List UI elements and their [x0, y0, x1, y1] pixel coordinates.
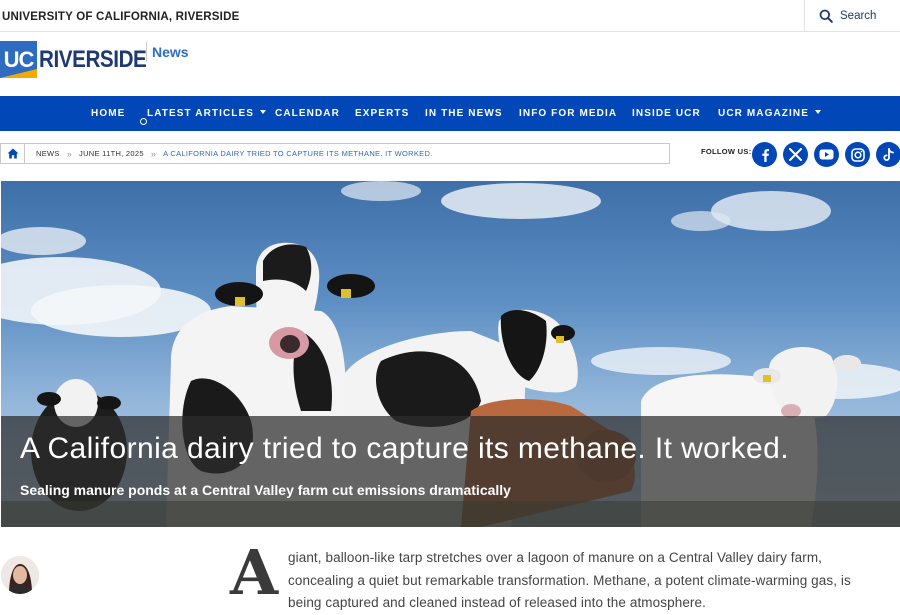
nav-in-the-news[interactable]: IN THE NEWS — [425, 96, 503, 131]
top-bar: UNIVERSITY OF CALIFORNIA, RIVERSIDE Sear… — [0, 0, 900, 32]
nav-experts[interactable]: EXPERTS — [355, 96, 409, 131]
author-photo — [1, 556, 39, 594]
breadcrumb: NEWS » JUNE 11TH, 2025 » A CALIFORNIA DA… — [0, 143, 670, 164]
uc-mark: UC — [0, 41, 37, 78]
x-link[interactable] — [783, 142, 808, 167]
chevron-down-icon — [814, 110, 821, 114]
nav-in-the-news-label: IN THE NEWS — [425, 108, 503, 119]
tiktok-link[interactable] — [876, 142, 900, 167]
breadcrumb-separator: » — [150, 148, 157, 159]
logo-row: UC RIVERSIDE News — [0, 32, 900, 96]
hero-image: A California dairy tried to capture its … — [1, 181, 900, 527]
breadcrumb-separator: » — [66, 148, 73, 159]
breadcrumb-home[interactable] — [1, 144, 25, 163]
nav-calendar[interactable]: CALENDAR — [275, 96, 340, 131]
breadcrumb-trail: NEWS » JUNE 11TH, 2025 » A CALIFORNIA DA… — [25, 149, 433, 159]
nav-latest-articles-label: LATEST ARTICLES — [147, 108, 255, 119]
nav-ucr-magazine[interactable]: UCR MAGAZINE — [718, 96, 821, 131]
instagram-link[interactable] — [845, 142, 870, 167]
ucr-logo[interactable]: UC RIVERSIDE — [0, 41, 164, 78]
drop-cap: A — [230, 536, 279, 609]
breadcrumb-item-current: A CALIFORNIA DAIRY TRIED TO CAPTURE ITS … — [163, 149, 433, 158]
article-lead-paragraph: giant, balloon-like tarp stretches over … — [288, 547, 888, 615]
search-icon — [819, 9, 833, 23]
nav-info-for-media-label: INFO FOR MEDIA — [519, 108, 618, 119]
paragraph-line: being captured and cleaned instead of re… — [288, 595, 706, 610]
breadcrumb-item-date[interactable]: JUNE 11TH, 2025 — [79, 149, 144, 158]
youtube-link[interactable] — [814, 142, 839, 167]
tiktok-icon — [883, 147, 894, 161]
youtube-icon — [819, 149, 834, 160]
paragraph-line: concealing a quiet but remarkable transf… — [288, 572, 851, 588]
riverside-wordmark: RIVERSIDE — [39, 45, 147, 73]
breadcrumb-item-news[interactable]: NEWS — [36, 149, 60, 158]
nav-inside-ucr[interactable]: INSIDE UCR — [632, 96, 701, 131]
author-avatar[interactable] — [1, 556, 39, 594]
news-section-label[interactable]: News — [146, 42, 189, 62]
nav-ucr-magazine-label: UCR MAGAZINE — [718, 108, 809, 119]
home-icon — [7, 148, 18, 159]
nav-home-label: HOME — [91, 108, 126, 119]
nav-info-for-media[interactable]: INFO FOR MEDIA — [519, 96, 617, 131]
focus-ring-indicator — [140, 118, 147, 125]
follow-us-label: FOLLOW US: — [701, 147, 752, 156]
x-icon — [789, 148, 802, 161]
nav-latest-articles[interactable]: LATEST ARTICLES — [147, 96, 267, 131]
nav-experts-label: EXPERTS — [355, 108, 410, 119]
university-name[interactable]: UNIVERSITY OF CALIFORNIA, RIVERSIDE — [2, 11, 239, 23]
facebook-link[interactable] — [752, 142, 777, 167]
search-label: Search — [840, 9, 877, 22]
hero-caption: A California dairy tried to capture its … — [1, 416, 900, 527]
search-button[interactable]: Search — [804, 0, 900, 31]
main-nav: HOME LATEST ARTICLES CALENDAR EXPERTS IN… — [0, 96, 900, 131]
chevron-down-icon — [260, 110, 267, 114]
article-subtitle: Sealing manure ponds at a Central Valley… — [20, 482, 511, 498]
instagram-icon — [850, 147, 865, 162]
paragraph-line: giant, balloon-like tarp stretches over … — [288, 550, 823, 565]
nav-calendar-label: CALENDAR — [275, 108, 340, 119]
nav-home[interactable]: HOME — [91, 96, 125, 131]
facebook-icon — [761, 148, 769, 162]
nav-inside-ucr-label: INSIDE UCR — [632, 108, 701, 119]
article-title: A California dairy tried to capture its … — [20, 432, 789, 465]
